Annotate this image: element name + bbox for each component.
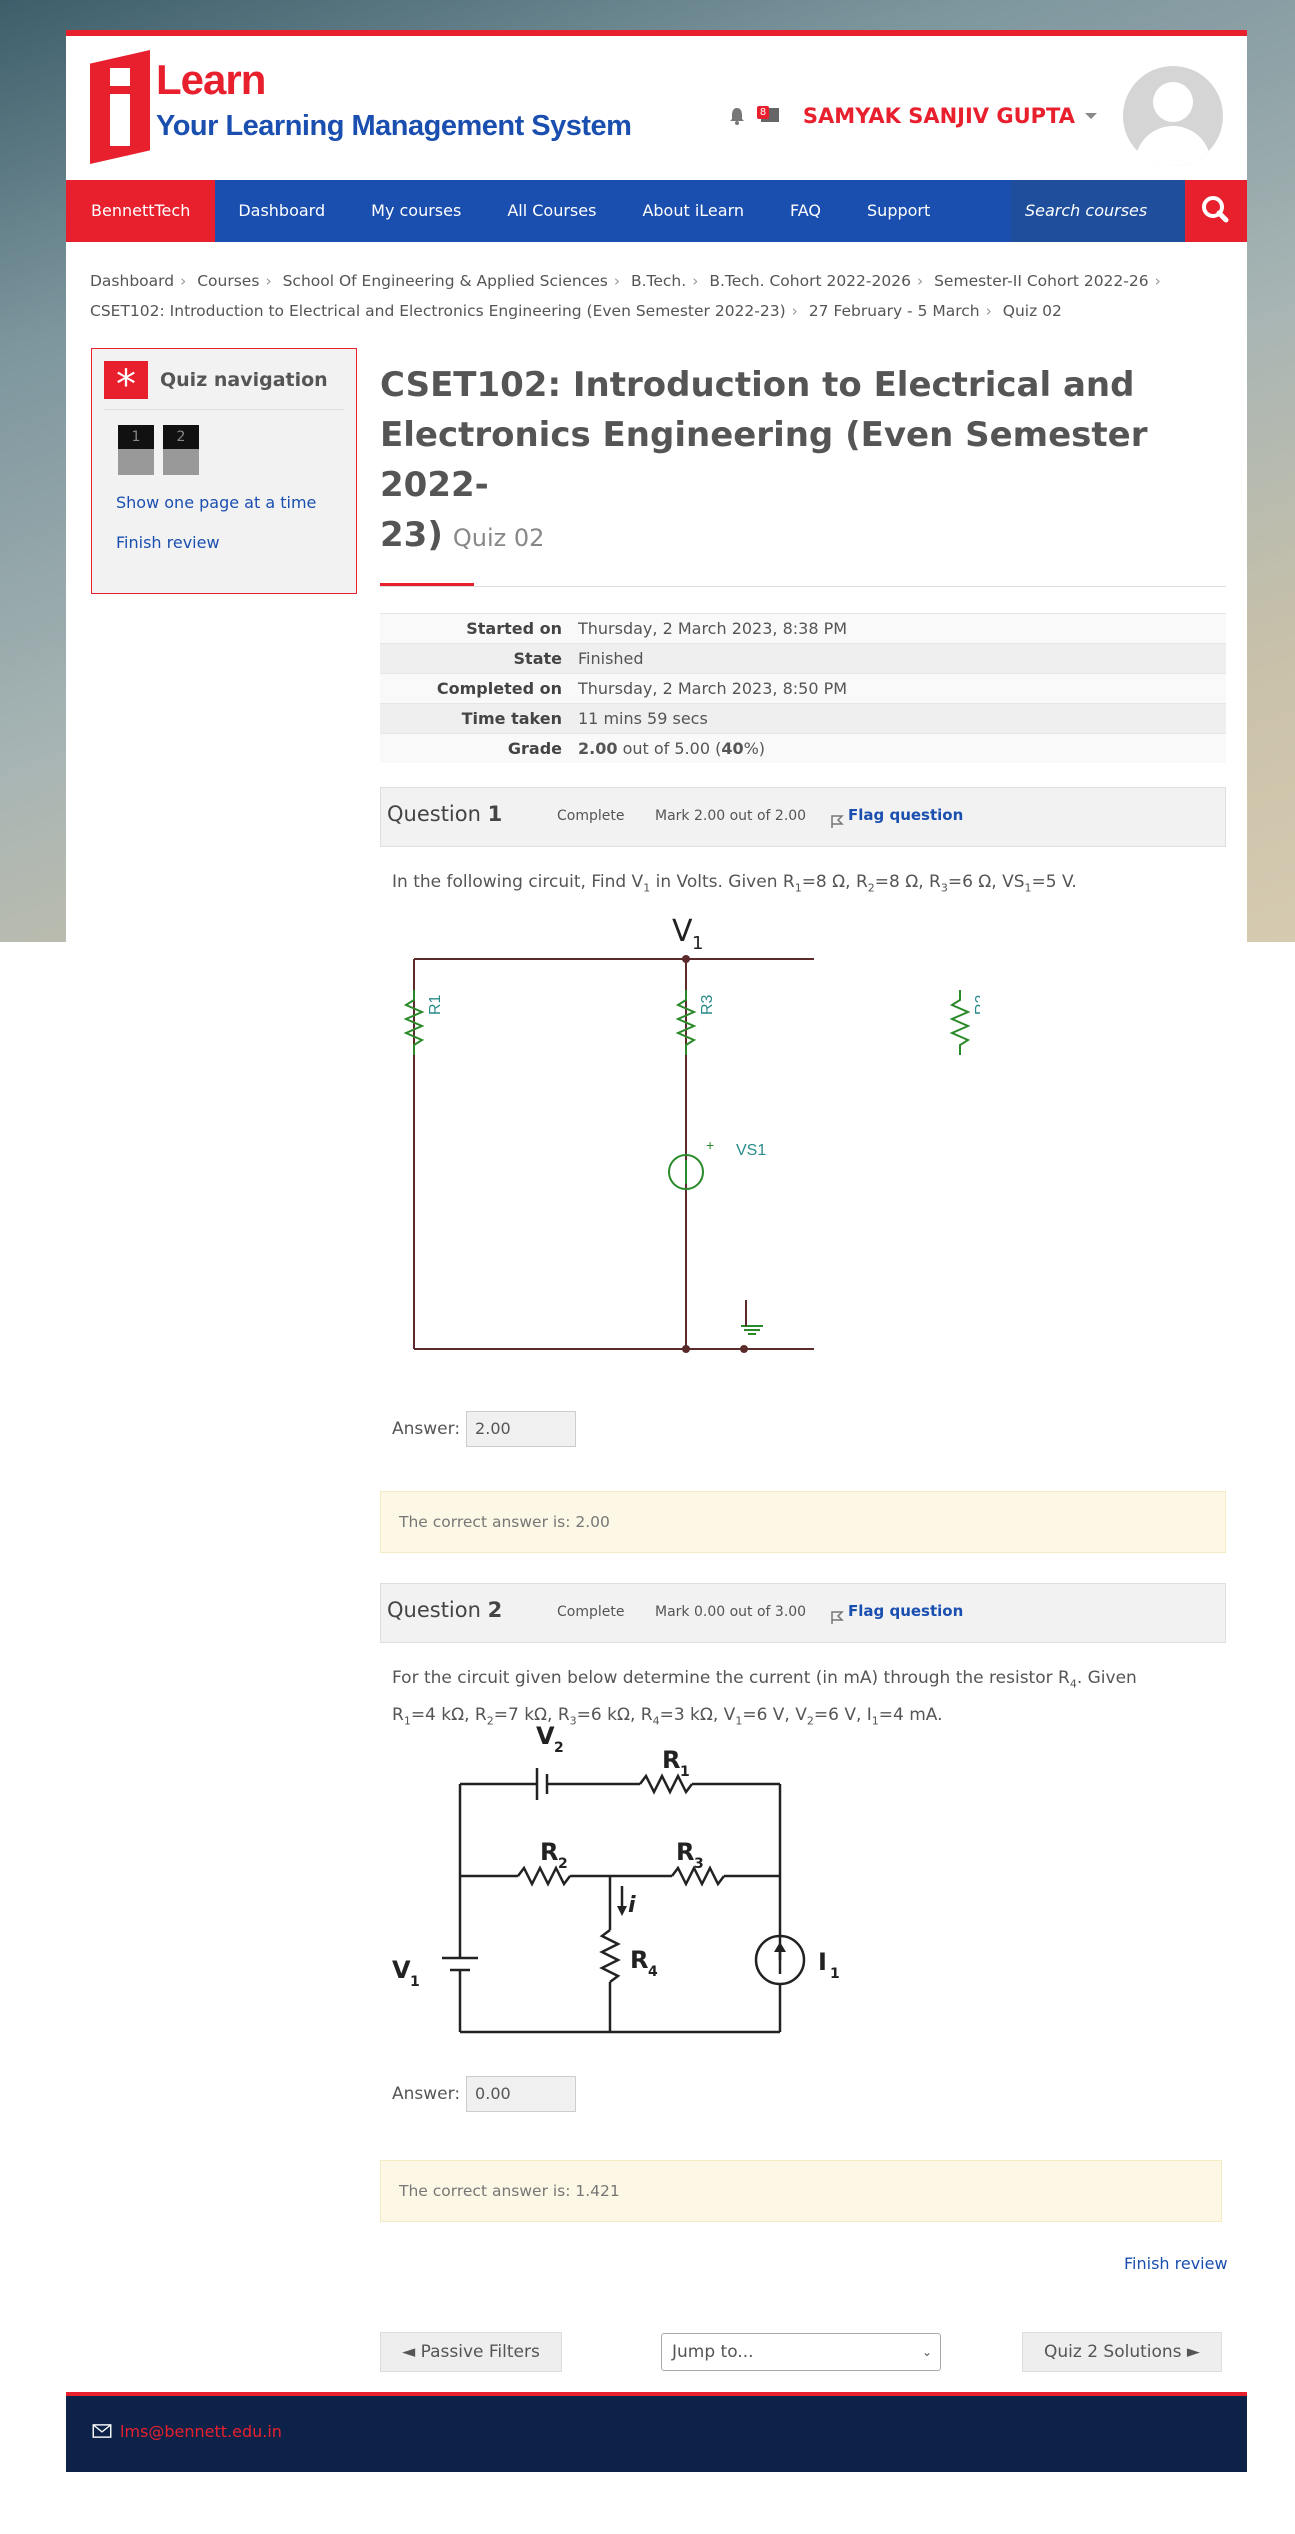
finish-review-link[interactable]: Finish review xyxy=(116,533,220,552)
svg-text:2: 2 xyxy=(554,1740,564,1756)
user-name[interactable]: SAMYAK SANJIV GUPTA xyxy=(803,104,1075,128)
breadcrumb-item[interactable]: Courses xyxy=(197,272,259,290)
svg-text:1: 1 xyxy=(830,1966,840,1982)
flag-icon[interactable] xyxy=(829,1609,845,1625)
flag-question-link[interactable]: Flag question xyxy=(848,806,963,824)
chevron-down-icon[interactable] xyxy=(1085,113,1097,119)
svg-text:R: R xyxy=(630,1946,648,1974)
search-input[interactable]: Search courses xyxy=(1011,180,1185,242)
flag-icon[interactable] xyxy=(829,813,845,829)
breadcrumb: Dashboard › Courses › School Of Engineerin… xyxy=(90,272,1161,320)
chevron-down-icon: ⌄ xyxy=(921,2345,932,2359)
question-state: Complete xyxy=(557,1604,625,1621)
previous-activity-button[interactable]: ◄ Passive Filters xyxy=(380,2332,562,2372)
svg-text:V: V xyxy=(392,1956,411,1984)
question-1-answer-row: Answer: 2.00 xyxy=(380,1411,1226,1448)
finish-review-link[interactable]: Finish review xyxy=(1124,2254,1228,2273)
nav-all-courses[interactable]: All Courses xyxy=(484,180,619,242)
quiz-navigation-block: * Quiz navigation 1 2 Show one page at a… xyxy=(91,348,357,594)
logo-i-mark xyxy=(90,50,150,164)
question-1-circuit-components: R1 R3 + VS1 xyxy=(403,990,766,1335)
svg-text:V: V xyxy=(536,1722,555,1750)
answer-input[interactable]: 0.00 xyxy=(466,2076,577,2112)
svg-text:R: R xyxy=(676,1838,694,1866)
search-icon xyxy=(1202,196,1229,223)
jump-to-select[interactable]: Jump to... ⌄ xyxy=(661,2333,941,2371)
asterisk-icon: * xyxy=(104,361,148,408)
site-header: Learn Your Learning Management System 8 … xyxy=(66,36,1247,180)
svg-text:2: 2 xyxy=(558,1856,568,1872)
breadcrumb-item[interactable]: B.Tech. xyxy=(631,272,686,290)
svg-text:1: 1 xyxy=(410,1974,420,1990)
logo-word: Learn xyxy=(156,56,266,103)
nav-about[interactable]: About iLearn xyxy=(619,180,767,242)
question-mark: Mark 2.00 out of 2.00 xyxy=(655,808,807,824)
svg-text:1: 1 xyxy=(680,1764,690,1780)
avatar[interactable] xyxy=(1123,66,1223,166)
nav-my-courses[interactable]: My courses xyxy=(348,180,484,242)
question-mark: Mark 0.00 out of 3.00 xyxy=(655,1604,807,1621)
svg-text:3: 3 xyxy=(694,1856,704,1872)
svg-text:4: 4 xyxy=(648,1964,658,1980)
correct-answer-feedback: The correct answer is: 1.421 xyxy=(380,2160,1222,2222)
svg-text:R2: R2 xyxy=(973,994,980,1015)
breadcrumb-item[interactable]: Introduction to Electrical and Electroni… xyxy=(170,302,786,320)
svg-text:R3: R3 xyxy=(699,994,716,1015)
svg-text:I: I xyxy=(818,1948,827,1976)
quiz-nav-title: Quiz navigation xyxy=(160,369,328,391)
search-bar: Search courses xyxy=(1011,180,1247,242)
answer-input[interactable]: 2.00 xyxy=(466,1411,577,1448)
breadcrumb-item: Quiz 02 xyxy=(1002,302,1062,320)
footer-email-link[interactable]: lms@bennett.edu.in xyxy=(120,2422,282,2441)
search-button[interactable] xyxy=(1185,180,1247,242)
envelope-icon xyxy=(92,2424,112,2438)
svg-text:+: + xyxy=(706,1137,714,1153)
user-area: 8 SAMYAK SANJIV GUPTA xyxy=(727,56,1223,176)
breadcrumb-item[interactable]: B.Tech. Cohort 2022-2026 xyxy=(709,272,911,290)
quiz-nav-button-1[interactable]: 1 xyxy=(118,425,154,475)
question-1-header: Question 1 Complete Mark 2.00 out of 2.0… xyxy=(380,787,1226,847)
show-one-page-link[interactable]: Show one page at a time xyxy=(116,493,316,512)
flag-question-link[interactable]: Flag question xyxy=(848,1602,963,1620)
question-2-header: Question 2 Complete Mark 0.00 out of 3.0… xyxy=(380,1583,1226,1644)
breadcrumb-item[interactable]: Dashboard xyxy=(90,272,174,290)
svg-text:R1: R1 xyxy=(427,994,444,1015)
quiz-nav-button-2[interactable]: 2 xyxy=(163,425,199,475)
next-activity-button[interactable]: Quiz 2 Solutions ► xyxy=(1022,2332,1222,2372)
correct-answer-feedback: The correct answer is: 2.00 xyxy=(380,1491,1226,1554)
attempt-summary-table: Started on Thursday, 2 March 2023, 8:38 P… xyxy=(380,613,1226,763)
site-footer: lms@bennett.edu.in xyxy=(66,2392,1247,2472)
nav-faq[interactable]: FAQ xyxy=(767,180,844,242)
breadcrumb-item[interactable]: 27 February - 5 March xyxy=(809,302,980,320)
logo-tagline: Your Learning Management System xyxy=(156,110,632,142)
breadcrumb-item[interactable]: Semester-II Cohort 2022-26 xyxy=(934,272,1149,290)
svg-text:VS1: VS1 xyxy=(736,1142,766,1159)
breadcrumb-item[interactable]: CSET102: xyxy=(90,302,165,320)
page-title: CSET102: Introduction to Electrical and … xyxy=(380,365,1148,555)
breadcrumb-item[interactable]: School Of Engineering & Applied Sciences xyxy=(283,272,608,290)
svg-text:i: i xyxy=(628,1893,636,1918)
question-2-circuit-diagram: V 2 R 1 R 2 R 3 V 1 R 4 i I 1 xyxy=(392,1722,840,2034)
resistor-r2: R2 xyxy=(949,990,980,1055)
question-state: Complete xyxy=(557,808,625,824)
message-count-badge: 8 xyxy=(756,106,770,119)
bell-icon[interactable] xyxy=(727,106,747,126)
messages-icon[interactable]: 8 xyxy=(756,106,781,126)
nav-support[interactable]: Support xyxy=(844,180,953,242)
page-subtitle: Quiz 02 xyxy=(452,524,545,552)
svg-text:R: R xyxy=(540,1838,558,1866)
nav-dashboard[interactable]: Dashboard xyxy=(215,180,348,242)
nav-brand[interactable]: BennettTech xyxy=(66,180,216,242)
svg-text:R: R xyxy=(662,1746,680,1774)
question-2-answer-row: Answer: 0.00 xyxy=(392,2076,577,2112)
main-nav: BennettTech Dashboard My courses All Cou… xyxy=(66,180,1247,242)
ilearn-logo[interactable]: Learn Your Learning Management System xyxy=(90,50,632,164)
